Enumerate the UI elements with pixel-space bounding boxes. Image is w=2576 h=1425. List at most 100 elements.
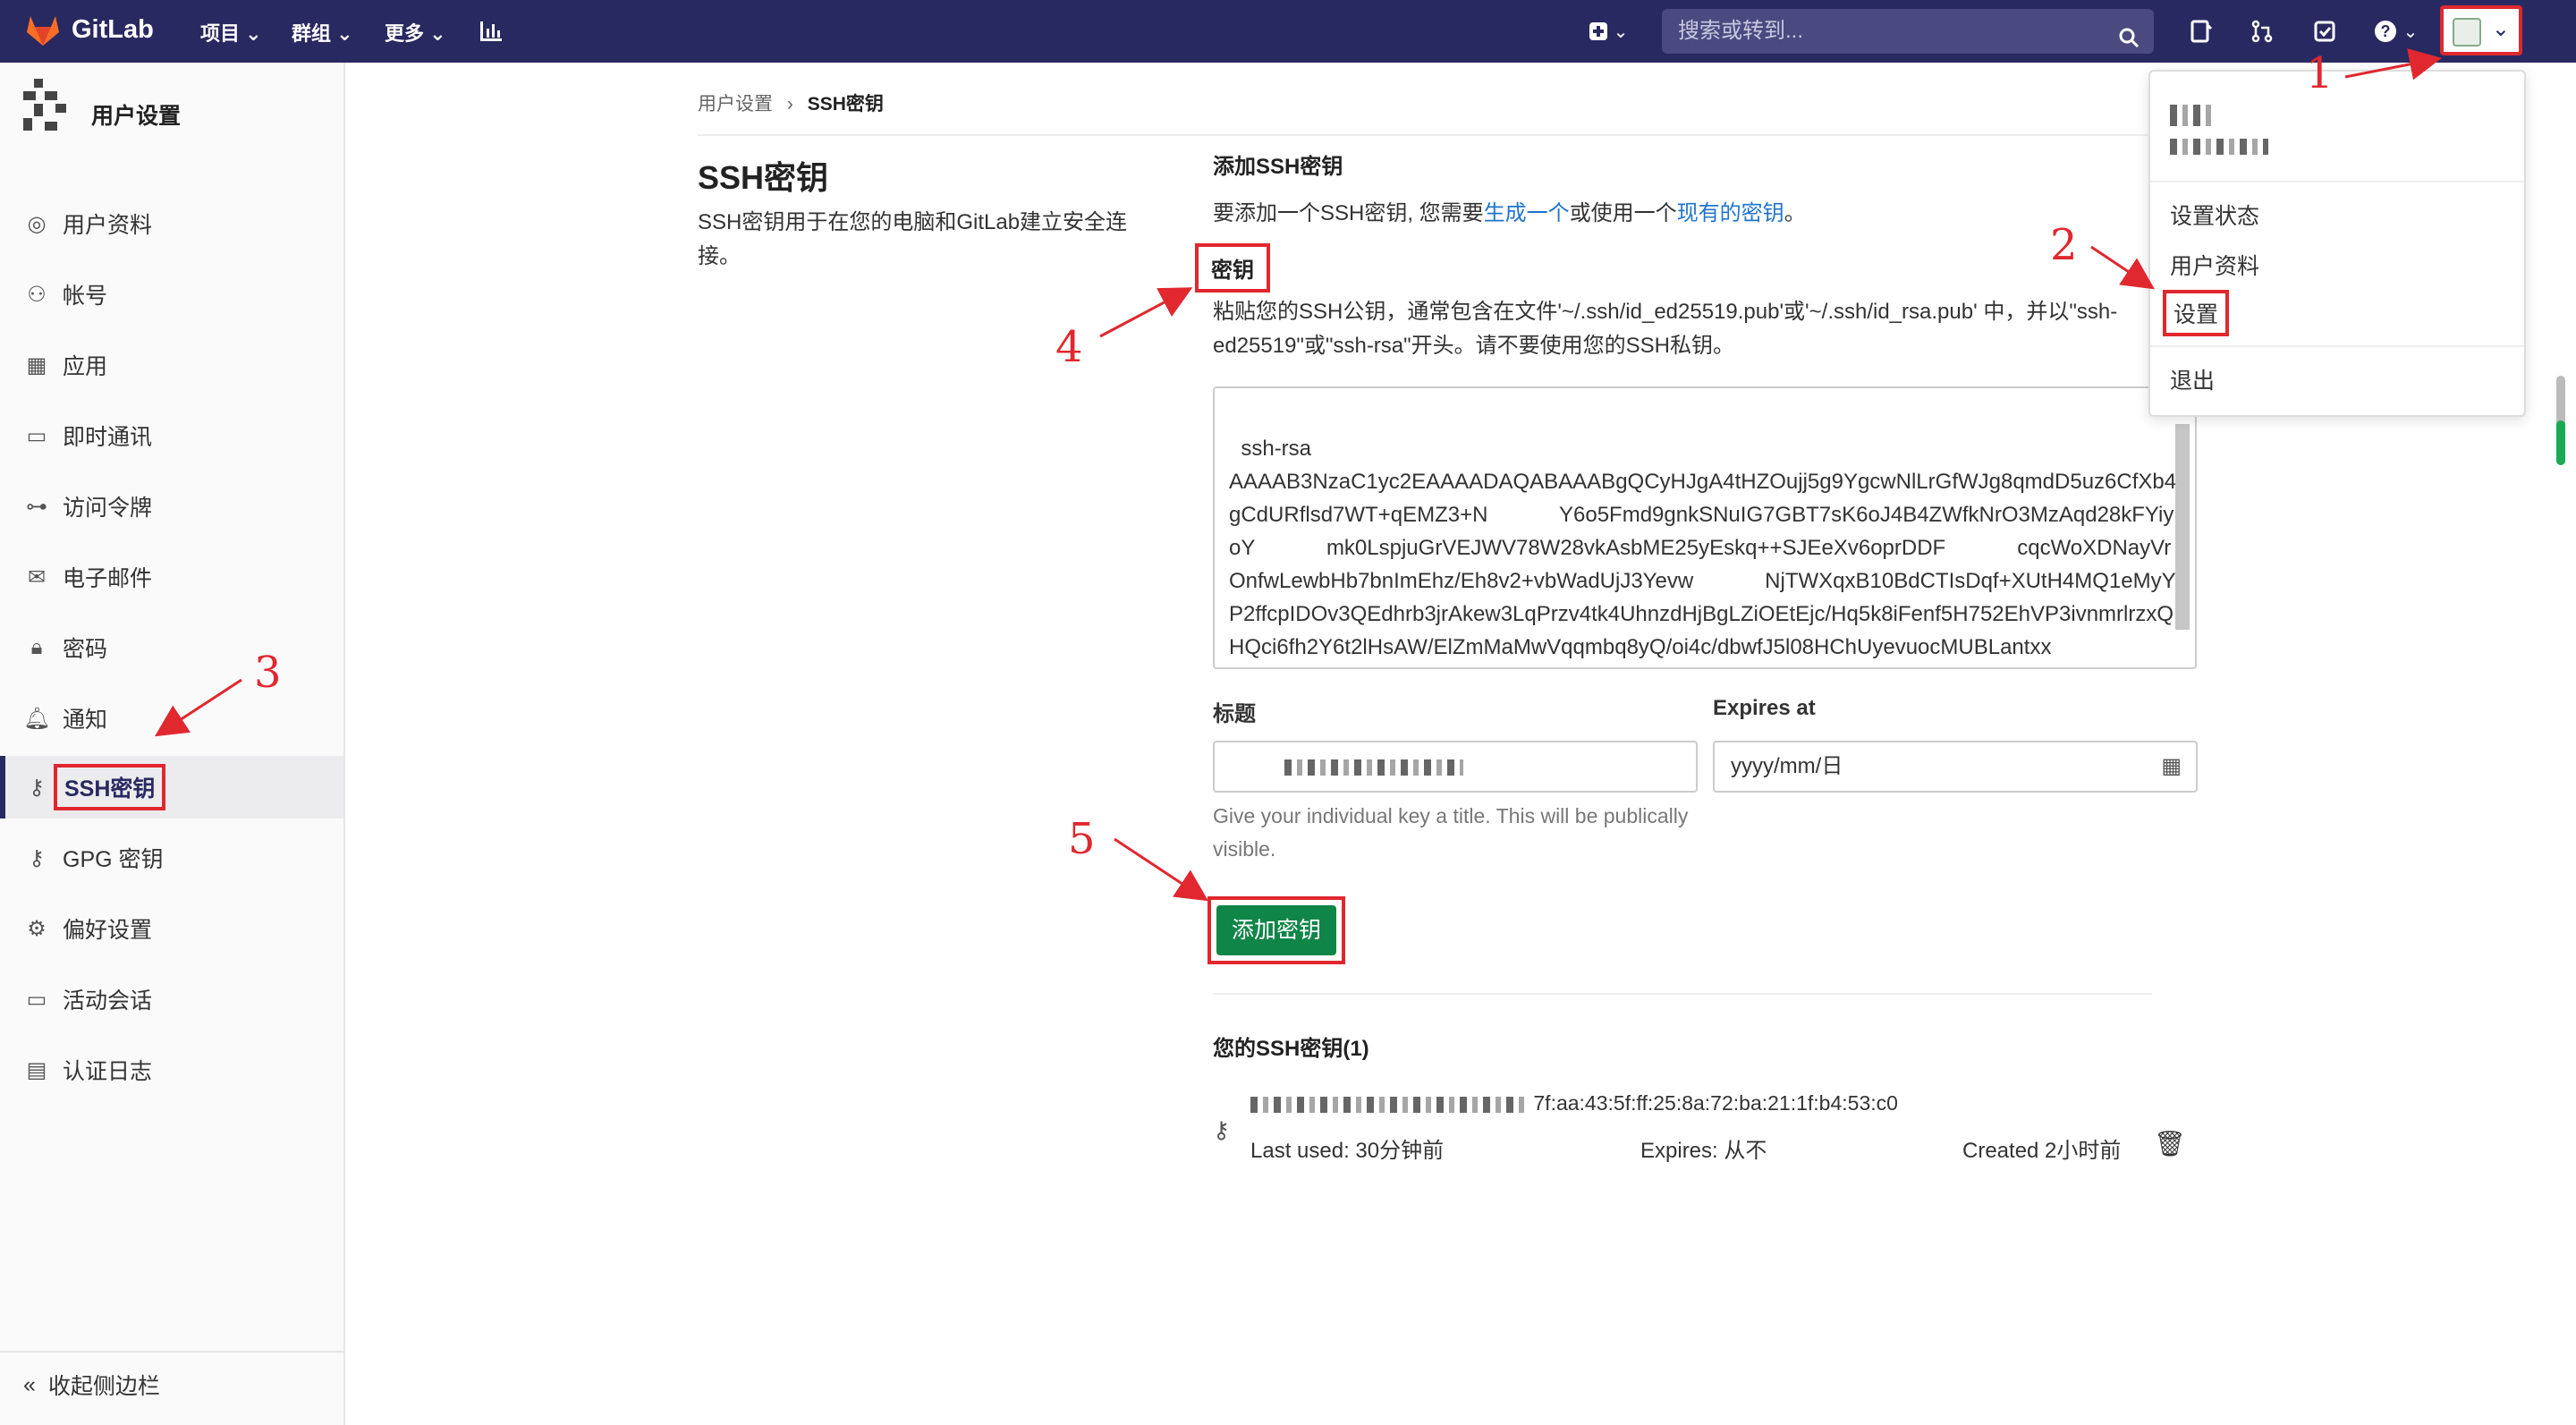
- monitor-icon: ▭: [26, 987, 47, 1012]
- add-key-button[interactable]: 添加密钥: [1216, 905, 1336, 955]
- key-textarea[interactable]: ssh-rsa AAAAB3NzaC1yc2EAAAADAQABAAABgQCy…: [1213, 386, 2197, 669]
- expires-label: Expires at: [1713, 696, 1816, 720]
- trash-icon[interactable]: 🗑︎: [2154, 1129, 2186, 1158]
- page-title: SSH密钥: [698, 159, 829, 196]
- avatar: [2453, 18, 2481, 47]
- annotation-1: 1: [2306, 48, 2334, 98]
- key-label: 密钥: [1195, 243, 1270, 293]
- collapse-sidebar-button[interactable]: « 收起侧边栏: [23, 1369, 160, 1401]
- sidebar-item-gpg-keys[interactable]: ⚷ GPG 密钥: [0, 827, 343, 889]
- page-scrollbar-indicator: [2556, 420, 2565, 465]
- top-navbar: GitLab 项目 ⌄ 群组 ⌄ 更多 ⌄ ⌄ 搜索或转到... ? ⌄ ⌄: [0, 0, 2576, 63]
- tanuki-icon: [27, 16, 59, 46]
- sidebar-item-chat[interactable]: ▭ 即时通讯: [0, 404, 343, 467]
- svg-text:?: ?: [2380, 22, 2390, 40]
- gitlab-logo[interactable]: GitLab: [25, 13, 154, 47]
- menu-edit-profile[interactable]: 用户资料: [2170, 249, 2259, 281]
- menu-projects[interactable]: 项目 ⌄: [200, 18, 262, 47]
- sidebar-item-ssh-keys[interactable]: ⚷ SSH密钥: [0, 756, 343, 819]
- help-icon[interactable]: ? ⌄: [2368, 16, 2422, 47]
- breadcrumb-current: SSH密钥: [807, 94, 884, 115]
- annotation-3: 3: [254, 648, 282, 698]
- applications-icon: ▦: [26, 352, 47, 377]
- sidebar-item-account[interactable]: ⚇ 帐号: [0, 263, 343, 326]
- page-description: SSH密钥用于在您的电脑和GitLab建立安全连接。: [698, 210, 1128, 268]
- key-icon: ⚷: [29, 845, 45, 870]
- annotation-2: 2: [2050, 220, 2078, 270]
- sidebar-item-preferences[interactable]: ⚙ 偏好设置: [0, 897, 343, 960]
- sidebar: 用户设置 ◎ 用户资料 ⚇ 帐号 ▦ 应用 ▭ 即时通讯 ⊶ 访问令牌 ✉ 电子邮件 🔒︎ 密…: [0, 63, 345, 1425]
- textarea-scrollbar[interactable]: [2175, 424, 2190, 630]
- brand-name: GitLab: [72, 14, 154, 44]
- search-icon: [2118, 20, 2140, 64]
- key-expires: Expires: 从不: [1640, 1139, 1767, 1163]
- generate-key-link[interactable]: 生成一个: [1484, 201, 1570, 225]
- bell-icon: 🔔︎: [23, 706, 51, 731]
- sidebar-item-password[interactable]: 🔒︎ 密码: [0, 616, 343, 679]
- title-label: 标题: [1213, 702, 1256, 726]
- sidebar-title: 用户设置: [91, 104, 182, 129]
- menu-sign-out[interactable]: 退出: [2170, 363, 2215, 395]
- account-icon: ⚇: [27, 282, 47, 307]
- key-hint: 粘贴您的SSH公钥，通常包含在文件'~/.ssh/id_ed25519.pub'…: [1213, 300, 2118, 358]
- menu-preferences[interactable]: 设置: [2163, 290, 2230, 336]
- key-fingerprint[interactable]: 7f:aa:43:5f:ff:25:8a:72:ba:21:1f:b4:53:c…: [1250, 1091, 1898, 1115]
- email-icon: ✉: [27, 564, 47, 590]
- double-chevron-left-icon: «: [23, 1371, 36, 1397]
- your-keys-heading: 您的SSH密钥(1): [1213, 1037, 1369, 1061]
- expires-date-input[interactable]: yyyy/mm/日 ▦: [1713, 741, 2198, 793]
- redacted-title: [1284, 759, 1463, 776]
- menu-set-status[interactable]: 设置状态: [2170, 199, 2259, 231]
- todos-icon[interactable]: [2309, 16, 2340, 47]
- form-divider: [1213, 993, 2152, 995]
- key-icon: ⚷: [1213, 1116, 1231, 1143]
- redacted-fingerprint: [1250, 1096, 1528, 1113]
- user-menu-dropdown: 设置状态 用户资料 设置 退出: [2148, 70, 2526, 417]
- header-divider: [698, 134, 2152, 136]
- user-avatar-pixel: [20, 75, 70, 140]
- log-icon: ▤: [26, 1057, 47, 1082]
- menu-more[interactable]: 更多 ⌄: [385, 18, 446, 47]
- breadcrumb-parent[interactable]: 用户设置: [698, 94, 773, 115]
- key-icon: ⚷: [29, 775, 45, 800]
- existing-key-link[interactable]: 现有的密钥: [1677, 201, 1784, 225]
- new-item-icon[interactable]: ⌄: [1581, 16, 1635, 47]
- annotation-4: 4: [1055, 322, 1083, 372]
- profile-icon: ◎: [27, 211, 47, 236]
- title-input[interactable]: [1213, 741, 1698, 793]
- sidebar-item-access-tokens[interactable]: ⊶ 访问令牌: [0, 475, 343, 538]
- add-ssh-key-title: 添加SSH密钥: [1213, 155, 1343, 179]
- key-created: Created 2小时前: [1962, 1139, 2122, 1163]
- title-helper: Give your individual key a title. This w…: [1213, 804, 1689, 861]
- user-display-name: [2170, 100, 2213, 128]
- issues-icon[interactable]: [2186, 16, 2216, 47]
- chart-icon[interactable]: [476, 16, 506, 47]
- menu-groups[interactable]: 群组 ⌄: [292, 18, 353, 47]
- arrow-4: [1099, 287, 1193, 338]
- key-last-used: Last used: 30分钟前: [1250, 1139, 1445, 1163]
- annotation-5: 5: [1068, 814, 1096, 864]
- sidebar-item-emails[interactable]: ✉ 电子邮件: [0, 546, 343, 608]
- search-input[interactable]: 搜索或转到...: [1662, 9, 2154, 54]
- arrow-2: [2090, 245, 2155, 290]
- merge-requests-icon[interactable]: [2247, 16, 2277, 47]
- sidebar-item-profile[interactable]: ◎ 用户资料: [0, 192, 343, 255]
- sidebar-item-active-sessions[interactable]: ▭ 活动会话: [0, 968, 343, 1031]
- dropdown-divider: [2150, 181, 2524, 182]
- sidebar-item-applications[interactable]: ▦ 应用: [0, 334, 343, 396]
- sidebar-item-notifications[interactable]: 🔔︎ 通知: [0, 687, 343, 750]
- sidebar-item-auth-log[interactable]: ▤ 认证日志: [0, 1039, 343, 1101]
- token-icon: ⊶: [26, 494, 47, 519]
- arrow-5: [1114, 837, 1209, 902]
- breadcrumb-separator: ›: [786, 94, 793, 115]
- user-username: [2170, 134, 2268, 157]
- calendar-icon[interactable]: ▦: [2161, 742, 2182, 791]
- preferences-icon: ⚙: [27, 916, 47, 941]
- user-avatar-button[interactable]: ⌄: [2440, 5, 2522, 55]
- lock-icon: 🔒︎: [30, 635, 43, 659]
- chevron-down-icon: ⌄: [2491, 17, 2510, 41]
- sidebar-divider: [0, 1351, 343, 1353]
- add-key-highlight: 添加密钥: [1208, 896, 1345, 964]
- breadcrumb: 用户设置 › SSH密钥: [698, 89, 884, 116]
- chat-icon: ▭: [26, 423, 47, 448]
